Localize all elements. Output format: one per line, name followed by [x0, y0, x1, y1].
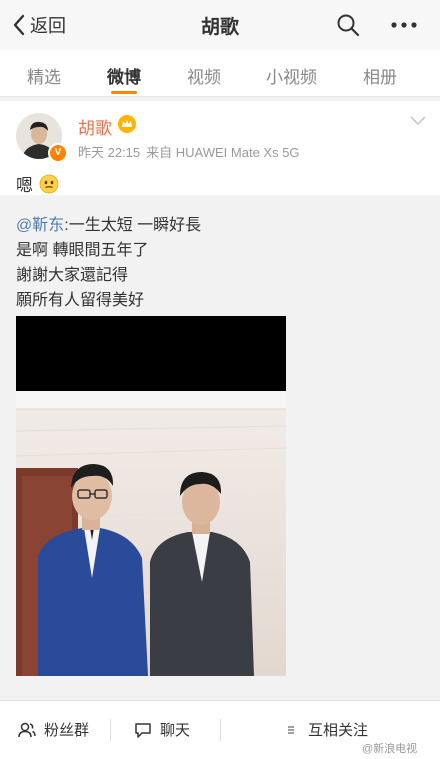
more-icon[interactable]: [390, 13, 418, 37]
chat-label: 聊天: [160, 722, 191, 739]
tab-video[interactable]: 视频: [187, 63, 221, 88]
search-icon[interactable]: [336, 13, 360, 37]
fans-group-icon: [18, 722, 36, 737]
verified-badge-icon: V: [48, 143, 68, 163]
divider: [110, 719, 111, 741]
tab-weibo[interactable]: 微博: [107, 63, 141, 88]
quote-first-line: :一生太短 一瞬好長: [64, 217, 202, 234]
quote-line-4: 願所有人留得美好: [16, 292, 145, 309]
tab-featured[interactable]: 精选: [27, 63, 61, 88]
watermark: @新浪电视: [362, 743, 418, 755]
profile-tabs: 精选 微博 视频 小视频 相册: [0, 50, 440, 97]
post-text-content: 嗯: [16, 176, 33, 195]
mutual-follow-button[interactable]: 互相关注: [282, 719, 368, 740]
reposted-content[interactable]: @靳东:一生太短 一瞬好長 是啊 轉眼間五年了 謝謝大家還記得 願所有人留得美好: [0, 201, 440, 689]
fans-group-button[interactable]: 粉丝群: [18, 719, 89, 740]
divider: [220, 719, 221, 741]
page-title: 胡歌: [200, 17, 239, 38]
tab-album[interactable]: 相册: [363, 63, 397, 88]
weibo-post: V 胡歌 昨天 22:15 来自 HUAWEI Mate Xs 5G 嗯: [0, 101, 440, 195]
chat-icon: [135, 722, 151, 738]
top-nav-bar: 返回 胡歌: [0, 0, 440, 50]
crown-icon: [118, 115, 136, 133]
post-photo[interactable]: [16, 316, 286, 676]
post-meta: 昨天 22:15 来自 HUAWEI Mate Xs 5G: [78, 142, 306, 161]
post-time: 昨天 22:15: [78, 145, 141, 160]
menu-icon: [288, 725, 294, 734]
author-name[interactable]: 胡歌: [78, 114, 112, 139]
quote-line-2: 是啊 轉眼間五年了: [16, 242, 149, 259]
post-text: 嗯: [16, 171, 59, 196]
fans-group-label: 粉丝群: [44, 722, 90, 739]
quote-line-1: @靳东:一生太短 一瞬好長: [16, 211, 201, 235]
active-tab-indicator: [111, 91, 137, 94]
post-source[interactable]: 来自 HUAWEI Mate Xs 5G: [146, 145, 299, 160]
tab-short-video[interactable]: 小视频: [266, 63, 317, 88]
mention-link[interactable]: @靳东: [16, 217, 64, 234]
chevron-down-icon[interactable]: [410, 116, 426, 126]
emoji-icon: [39, 174, 59, 193]
mutual-follow-label: 互相关注: [308, 722, 369, 739]
chat-button[interactable]: 聊天: [134, 719, 190, 740]
quote-line-3: 謝謝大家還記得: [16, 267, 129, 284]
